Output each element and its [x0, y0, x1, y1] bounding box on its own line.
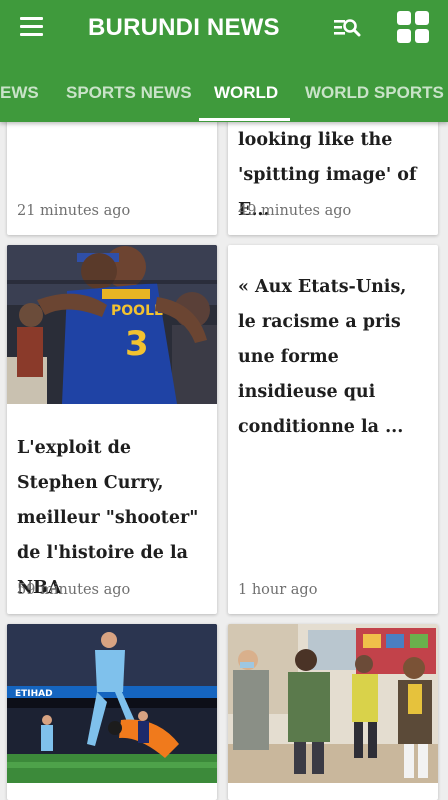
- app-bar: BURUNDI NEWS EWS SPORTS NEWS WORLD WORLD…: [0, 0, 448, 122]
- tab-world-sports[interactable]: WORLD SPORTS: [305, 68, 444, 118]
- card-time: 21 minutes ago: [17, 203, 131, 219]
- tab-world[interactable]: WORLD: [214, 68, 278, 118]
- hamburger-menu-icon[interactable]: [18, 15, 46, 39]
- category-tabs: EWS SPORTS NEWS WORLD WORLD SPORTS: [0, 68, 448, 122]
- basketball-players-hug-photo: POOLE 3: [7, 245, 217, 404]
- app-title: BURUNDI NEWS: [88, 14, 280, 41]
- card-headline: « Aux Etats-Unis, le racisme a pris une …: [238, 277, 407, 437]
- card-headline: L'exploit de Stephen Curry, meilleur "sh…: [17, 438, 199, 598]
- news-card[interactable]: [228, 624, 438, 800]
- card-time: 59 minutes ago: [17, 582, 131, 598]
- tab-news[interactable]: EWS: [0, 68, 39, 118]
- grid-view-icon[interactable]: [396, 10, 430, 44]
- search-list-icon[interactable]: [332, 14, 362, 42]
- schoolchildren-in-masks-photo: [228, 624, 438, 783]
- active-tab-indicator: [199, 118, 290, 121]
- news-card[interactable]: POOLE 3 L'exploit de Stephen Curry, meil…: [7, 245, 217, 614]
- news-card[interactable]: ETIHAD: [7, 624, 217, 800]
- news-card[interactable]: « Aux Etats-Unis, le racisme a pris une …: [228, 245, 438, 614]
- card-time: 49 minutes ago: [238, 203, 352, 219]
- football-match-photo: ETIHAD: [7, 624, 217, 783]
- svg-text:3: 3: [125, 324, 149, 364]
- svg-text:ETIHAD: ETIHAD: [15, 689, 53, 699]
- card-time: 1 hour ago: [238, 582, 318, 598]
- tab-sports-news[interactable]: SPORTS NEWS: [66, 68, 192, 118]
